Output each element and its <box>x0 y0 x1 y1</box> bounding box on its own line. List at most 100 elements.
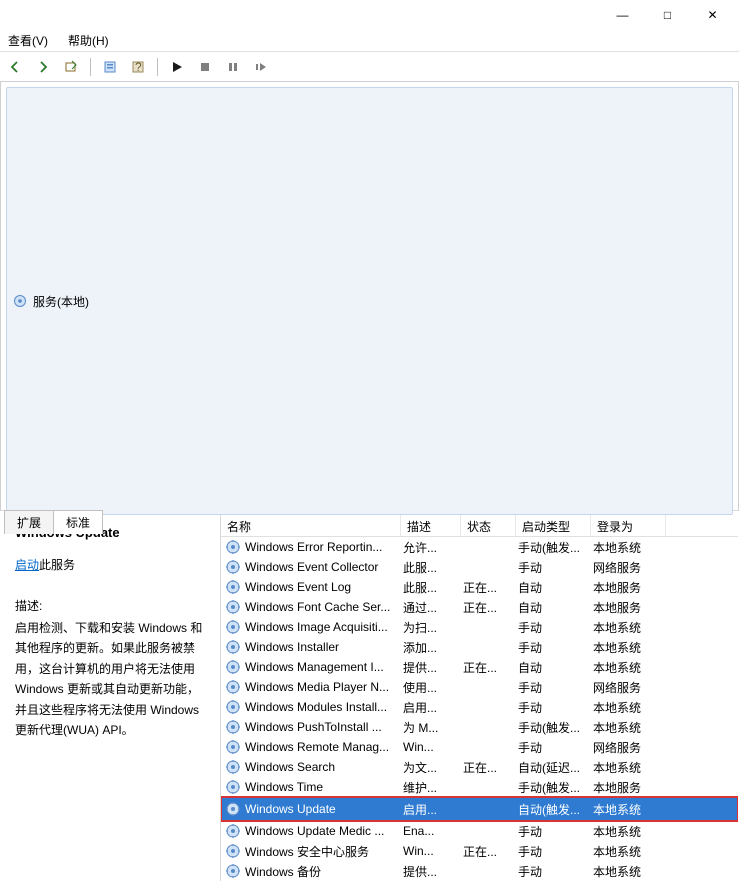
service-row[interactable]: Windows Installer添加...手动本地系统 <box>221 637 738 657</box>
service-row[interactable]: Windows Management I...提供...正在...自动本地系统 <box>221 657 738 677</box>
service-logon: 本地系统 <box>593 619 668 636</box>
service-row[interactable]: Windows Search为文...正在...自动(延迟...本地系统 <box>221 757 738 777</box>
tree-node-services[interactable]: 服务(本地) <box>6 87 733 515</box>
gear-icon <box>225 599 241 615</box>
service-startup: 手动 <box>518 699 593 716</box>
forward-icon[interactable] <box>32 57 54 77</box>
gear-icon <box>225 739 241 755</box>
service-logon: 本地系统 <box>593 823 668 840</box>
column-name[interactable]: 名称 <box>221 515 401 536</box>
service-desc: 此服... <box>403 559 463 576</box>
toolbar: ? <box>0 52 739 82</box>
service-name: Windows Error Reportin... <box>245 540 403 554</box>
gear-icon <box>225 801 241 817</box>
service-name: Windows Font Cache Ser... <box>245 600 403 614</box>
service-startup: 手动 <box>518 863 593 880</box>
gear-icon <box>225 699 241 715</box>
minimize-button[interactable]: — <box>600 1 645 29</box>
gear-icon <box>225 559 241 575</box>
service-row[interactable]: Windows 备份提供...手动本地系统 <box>221 861 738 881</box>
service-desc: Win... <box>403 844 463 858</box>
service-row[interactable]: Windows Media Player N...使用...手动网络服务 <box>221 677 738 697</box>
service-name: Windows Installer <box>245 640 403 654</box>
restart-icon[interactable] <box>250 57 272 77</box>
tab-extended[interactable]: 扩展 <box>4 510 54 534</box>
stop-icon[interactable] <box>194 57 216 77</box>
service-startup: 自动 <box>518 579 593 596</box>
toolbar-separator <box>157 58 158 76</box>
service-desc: 通过... <box>403 599 463 616</box>
service-startup: 手动 <box>518 559 593 576</box>
service-startup: 自动(触发... <box>518 801 593 818</box>
column-desc[interactable]: 描述 <box>401 515 461 536</box>
service-row[interactable]: Windows Time维护...手动(触发...本地服务 <box>221 777 738 797</box>
maximize-button[interactable]: □ <box>645 1 690 29</box>
service-logon: 本地系统 <box>593 863 668 880</box>
service-name: Windows Media Player N... <box>245 680 403 694</box>
service-logon: 本地服务 <box>593 599 668 616</box>
service-logon: 网络服务 <box>593 739 668 756</box>
service-desc: Win... <box>403 740 463 754</box>
service-startup: 手动 <box>518 619 593 636</box>
service-row[interactable]: Windows Update Medic ...Ena...手动本地系统 <box>221 821 738 841</box>
service-name: Windows Update <box>245 802 403 816</box>
gear-icon <box>225 619 241 635</box>
service-startup: 手动 <box>518 679 593 696</box>
properties-icon[interactable] <box>99 57 121 77</box>
toolbar-separator <box>90 58 91 76</box>
service-logon: 本地系统 <box>593 659 668 676</box>
service-desc: 启用... <box>403 699 463 716</box>
service-name: Windows 安全中心服务 <box>245 843 403 860</box>
service-startup: 手动(触发... <box>518 539 593 556</box>
service-logon: 网络服务 <box>593 679 668 696</box>
menu-help[interactable]: 帮助(H) <box>64 30 113 51</box>
column-status[interactable]: 状态 <box>461 515 516 536</box>
service-name: Windows PushToInstall ... <box>245 720 403 734</box>
service-startup: 手动 <box>518 739 593 756</box>
column-startup[interactable]: 启动类型 <box>516 515 591 536</box>
service-name: Windows 备份 <box>245 863 403 880</box>
service-row[interactable]: Windows Remote Manag...Win...手动网络服务 <box>221 737 738 757</box>
service-desc: 添加... <box>403 639 463 656</box>
tab-standard[interactable]: 标准 <box>53 510 103 534</box>
service-status: 正在... <box>463 599 518 616</box>
service-logon: 本地系统 <box>593 843 668 860</box>
start-service-link[interactable]: 启动 <box>15 558 39 572</box>
gear-icon <box>225 539 241 555</box>
service-row[interactable]: Windows Image Acquisiti...为扫...手动本地系统 <box>221 617 738 637</box>
service-startup: 手动 <box>518 843 593 860</box>
service-row[interactable]: Windows Event Log此服...正在...自动本地服务 <box>221 577 738 597</box>
service-name: Windows Time <box>245 780 403 794</box>
service-row[interactable]: Windows PushToInstall ...为 M...手动(触发...本… <box>221 717 738 737</box>
service-row[interactable]: Windows Error Reportin...允许...手动(触发...本地… <box>221 537 738 557</box>
pause-icon[interactable] <box>222 57 244 77</box>
back-icon[interactable] <box>4 57 26 77</box>
service-logon: 本地系统 <box>593 759 668 776</box>
service-name: Windows Modules Install... <box>245 700 403 714</box>
gear-icon <box>13 294 27 308</box>
service-startup: 手动(触发... <box>518 779 593 796</box>
menu-view[interactable]: 查看(V) <box>4 30 52 51</box>
description-text: 启用检测、下载和安装 Windows 和其他程序的更新。如果此服务被禁用，这台计… <box>15 618 208 740</box>
service-row[interactable]: Windows Font Cache Ser...通过...正在...自动本地服… <box>221 597 738 617</box>
start-icon[interactable] <box>166 57 188 77</box>
service-desc: 提供... <box>403 659 463 676</box>
detail-panel: Windows Update 启动此服务 描述: 启用检测、下载和安装 Wind… <box>1 515 221 881</box>
service-startup: 自动 <box>518 659 593 676</box>
export-icon[interactable] <box>60 57 82 77</box>
gear-icon <box>225 719 241 735</box>
service-desc: Ena... <box>403 824 463 838</box>
service-name: Windows Update Medic ... <box>245 824 403 838</box>
service-desc: 维护... <box>403 779 463 796</box>
service-row[interactable]: Windows Event Collector此服...手动网络服务 <box>221 557 738 577</box>
service-desc: 启用... <box>403 801 463 818</box>
service-row[interactable]: Windows 安全中心服务Win...正在...手动本地系统 <box>221 841 738 861</box>
service-row[interactable]: Windows Update启用...自动(触发...本地系统 <box>221 797 738 821</box>
service-rows: Windows Error Reportin...允许...手动(触发...本地… <box>221 537 738 881</box>
column-logon[interactable]: 登录为 <box>591 515 666 536</box>
service-list-panel: 名称 描述 状态 启动类型 登录为 Windows Error Reportin… <box>221 515 738 881</box>
close-button[interactable]: ✕ <box>690 1 735 29</box>
refresh-icon[interactable]: ? <box>127 57 149 77</box>
service-row[interactable]: Windows Modules Install...启用...手动本地系统 <box>221 697 738 717</box>
service-startup: 自动 <box>518 599 593 616</box>
